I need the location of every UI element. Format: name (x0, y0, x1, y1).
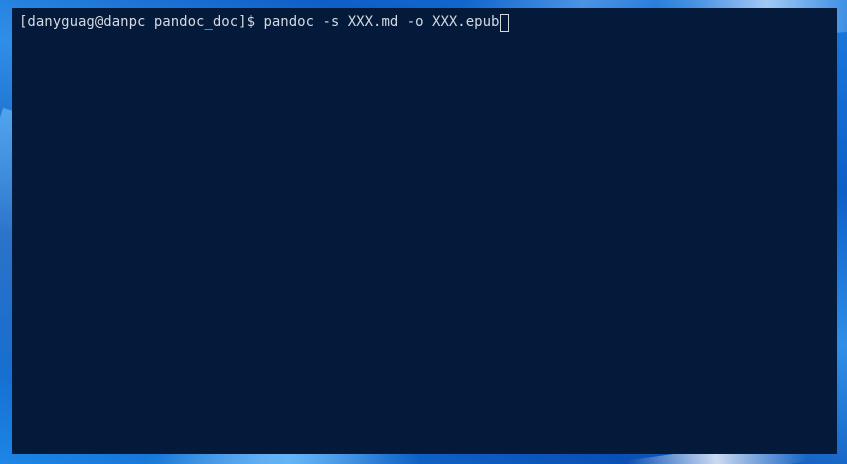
terminal-window[interactable]: [danyguag@danpc pandoc_doc]$ pandoc -s X… (12, 8, 837, 454)
command-line[interactable]: [danyguag@danpc pandoc_doc]$ pandoc -s X… (19, 12, 830, 33)
shell-prompt: [danyguag@danpc pandoc_doc]$ (19, 14, 264, 30)
text-cursor (500, 13, 510, 32)
command-text[interactable]: pandoc -s XXX.md -o XXX.epub (263, 12, 499, 33)
desktop: { "terminal": { "prompt": "[danyguag@dan… (0, 0, 847, 464)
